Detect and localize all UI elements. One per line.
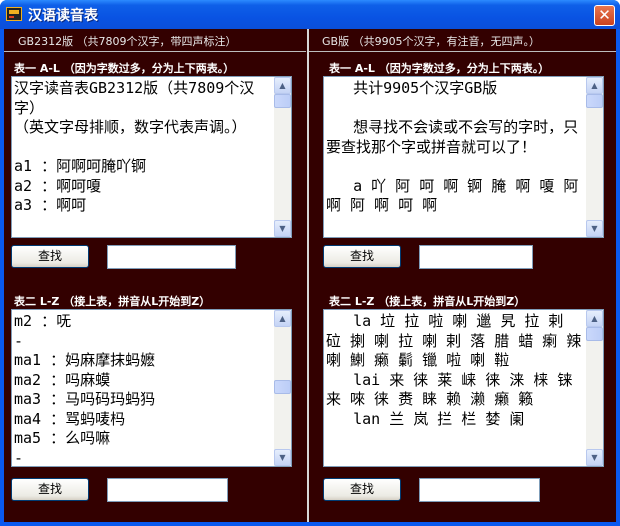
right-table2-scrollbar[interactable]: ▲ ▼ <box>586 310 603 466</box>
scroll-down-arrow-icon[interactable]: ▼ <box>586 220 603 237</box>
app-window: 汉语读音表 ✕ GB2312版 （共7809个汉字，带四声标注） 表一 A-L … <box>0 0 620 526</box>
right-panel-header: GB版 （共9905个汉字，有注音，无四声。） <box>322 35 541 48</box>
right-table1-search-button[interactable]: 查找 <box>323 245 401 268</box>
close-button[interactable]: ✕ <box>594 5 615 26</box>
scroll-thumb[interactable] <box>586 94 603 108</box>
panel-divider <box>307 29 309 522</box>
scroll-up-arrow-icon[interactable]: ▲ <box>586 310 603 327</box>
left-table2-scrollbar[interactable]: ▲ ▼ <box>274 310 291 466</box>
app-icon[interactable] <box>6 7 22 21</box>
left-table1-search-button[interactable]: 查找 <box>11 245 89 268</box>
scroll-thumb[interactable] <box>274 380 291 394</box>
scroll-thumb[interactable] <box>586 327 603 341</box>
right-table2-textarea[interactable]: la 垃 拉 啦 喇 邋 旯 拉 剌 砬 揦 喇 拉 喇 剌 落 腊 蜡 瘌 辣… <box>323 309 604 467</box>
left-table1-search-input[interactable] <box>107 245 236 269</box>
right-table1-scrollbar[interactable]: ▲ ▼ <box>586 77 603 237</box>
scroll-down-arrow-icon[interactable]: ▼ <box>274 449 291 466</box>
right-header-divider <box>309 51 616 52</box>
left-table2-textarea[interactable]: m2 ：呒 - ma1 ：妈麻摩抹蚂嬷 ma2 ：吗麻蟆 ma3 ：马吗码玛蚂犸… <box>11 309 292 467</box>
right-table2-search-input[interactable] <box>419 478 540 502</box>
left-table2-search-button[interactable]: 查找 <box>11 478 89 501</box>
right-table1-label: 表一 A-L （因为字数过多，分为上下两表。） <box>329 62 550 75</box>
right-table2-text: la 垃 拉 啦 喇 邋 旯 拉 剌 砬 揦 喇 拉 喇 剌 落 腊 蜡 瘌 辣… <box>326 312 582 428</box>
right-table1-text: 共计9905个汉字GB版 想寻找不会读或不会写的字时，只要查找那个字或拼音就可以… <box>326 79 579 214</box>
scroll-up-arrow-icon[interactable]: ▲ <box>586 77 603 94</box>
left-header-divider <box>4 51 306 52</box>
left-table1-label: 表一 A-L （因为字数过多，分为上下两表。） <box>14 62 235 75</box>
scroll-down-arrow-icon[interactable]: ▼ <box>274 220 291 237</box>
scroll-down-arrow-icon[interactable]: ▼ <box>586 449 603 466</box>
title-bar[interactable]: 汉语读音表 ✕ <box>0 0 620 29</box>
scroll-up-arrow-icon[interactable]: ▲ <box>274 77 291 94</box>
right-table2-label: 表二 L-Z （接上表，拼音从L开始到Z） <box>329 295 526 308</box>
left-table1-textarea[interactable]: 汉字读音表GB2312版（共7809个汉字） （英文字母排顺，数字代表声调。） … <box>11 76 292 238</box>
left-table2-search-input[interactable] <box>107 478 228 502</box>
scroll-up-arrow-icon[interactable]: ▲ <box>274 310 291 327</box>
left-table1-text: 汉字读音表GB2312版（共7809个汉字） （英文字母排顺，数字代表声调。） … <box>14 79 255 214</box>
client-area: GB2312版 （共7809个汉字，带四声标注） 表一 A-L （因为字数过多，… <box>4 29 616 522</box>
left-panel-header: GB2312版 （共7809个汉字，带四声标注） <box>18 35 237 48</box>
right-table1-search-input[interactable] <box>419 245 533 269</box>
right-table1-textarea[interactable]: 共计9905个汉字GB版 想寻找不会读或不会写的字时，只要查找那个字或拼音就可以… <box>323 76 604 238</box>
left-table1-scrollbar[interactable]: ▲ ▼ <box>274 77 291 237</box>
left-table2-label: 表二 L-Z （接上表，拼音从L开始到Z） <box>14 295 211 308</box>
right-table2-search-button[interactable]: 查找 <box>323 478 401 501</box>
left-table2-text: m2 ：呒 - ma1 ：妈麻摩抹蚂嬷 ma2 ：吗麻蟆 ma3 ：马吗码玛蚂犸… <box>14 312 156 464</box>
scroll-thumb[interactable] <box>274 94 291 108</box>
window-title: 汉语读音表 <box>28 8 98 24</box>
